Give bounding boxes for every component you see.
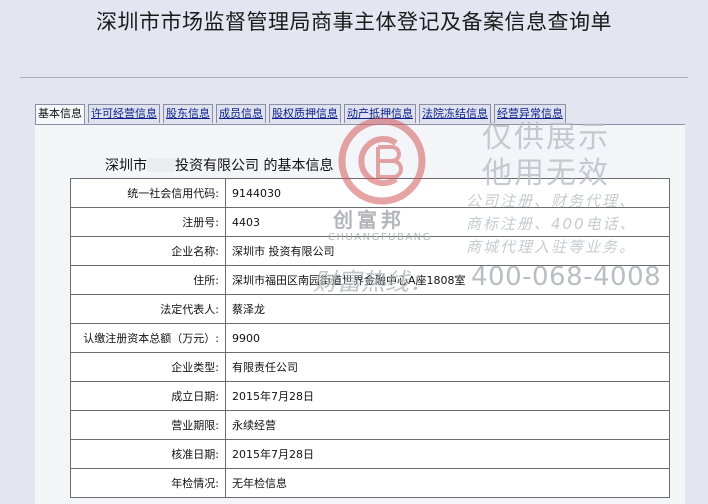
- table-row: 法定代表人: 蔡泽龙: [70, 294, 670, 324]
- table-row: 年检情况: 无年检信息: [70, 468, 670, 498]
- field-value: 深圳市福田区南园街道世界金融中心A座1808室: [225, 265, 670, 295]
- table-row: 企业名称: 深圳市 投资有限公司: [70, 236, 670, 266]
- company-heading: 深圳市 投资有限公司 的基本信息: [105, 155, 333, 175]
- field-value: 深圳市 投资有限公司: [225, 236, 670, 266]
- field-label: 统一社会信用代码:: [70, 178, 226, 208]
- field-value: 4403: [225, 207, 670, 237]
- field-label: 住所:: [70, 265, 226, 295]
- table-row: 成立日期: 2015年7月28日: [70, 381, 670, 411]
- redacted-mask: [147, 158, 175, 172]
- company-heading-tail: 的基本信息: [259, 158, 334, 174]
- field-value: 有限责任公司: [225, 352, 670, 382]
- table-row: 核准日期: 2015年7月28日: [70, 439, 670, 469]
- field-label: 营业期限:: [70, 410, 226, 440]
- page-title: 深圳市市场监督管理局商事主体登记及备案信息查询单: [96, 10, 612, 34]
- tab-license-info[interactable]: 许可经营信息: [88, 104, 160, 123]
- company-name-suffix: 投资有限公司: [175, 158, 259, 174]
- basic-info-table: 统一社会信用代码: 9144030 注册号: 4403 企业名称: 深圳市 投资有限公…: [70, 178, 670, 498]
- field-value: 9900: [225, 323, 670, 353]
- table-row: 企业类型: 有限责任公司: [70, 352, 670, 382]
- tab-chattel-mortgage-info[interactable]: 动产抵押信息: [344, 104, 416, 123]
- field-label: 注册号:: [70, 207, 226, 237]
- field-value: 2015年7月28日: [225, 439, 670, 469]
- field-label: 企业类型:: [70, 352, 226, 382]
- field-label: 法定代表人:: [70, 294, 226, 324]
- tab-member-info[interactable]: 成员信息: [216, 104, 266, 123]
- title-divider: [20, 77, 688, 78]
- field-value: 永续经营: [225, 410, 670, 440]
- tab-shareholder-info[interactable]: 股东信息: [163, 104, 213, 123]
- field-label: 企业名称:: [70, 236, 226, 266]
- table-row: 注册号: 4403: [70, 207, 670, 237]
- table-row: 统一社会信用代码: 9144030: [70, 178, 670, 208]
- tab-equity-pledge-info[interactable]: 股权质押信息: [269, 104, 341, 123]
- field-value: 2015年7月28日: [225, 381, 670, 411]
- tab-basic-info[interactable]: 基本信息: [35, 104, 85, 125]
- tab-bar: 基本信息 许可经营信息 股东信息 成员信息 股权质押信息 动产抵押信息 法院冻结…: [35, 104, 566, 125]
- field-label: 认缴注册资本总额（万元）:: [70, 323, 226, 353]
- tab-court-freeze-info[interactable]: 法院冻结信息: [419, 104, 491, 123]
- field-label: 成立日期:: [70, 381, 226, 411]
- field-value: 无年检信息: [225, 468, 670, 498]
- field-value: 蔡泽龙: [225, 294, 670, 324]
- tab-abnormal-operation-info[interactable]: 经营异常信息: [494, 104, 566, 123]
- field-label: 核准日期:: [70, 439, 226, 469]
- table-row: 住所: 深圳市福田区南园街道世界金融中心A座1808室: [70, 265, 670, 295]
- company-name-prefix: 深圳市: [105, 158, 147, 174]
- field-label: 年检情况:: [70, 468, 226, 498]
- table-row: 认缴注册资本总额（万元）: 9900: [70, 323, 670, 353]
- table-row: 营业期限: 永续经营: [70, 410, 670, 440]
- field-value: 9144030: [225, 178, 670, 208]
